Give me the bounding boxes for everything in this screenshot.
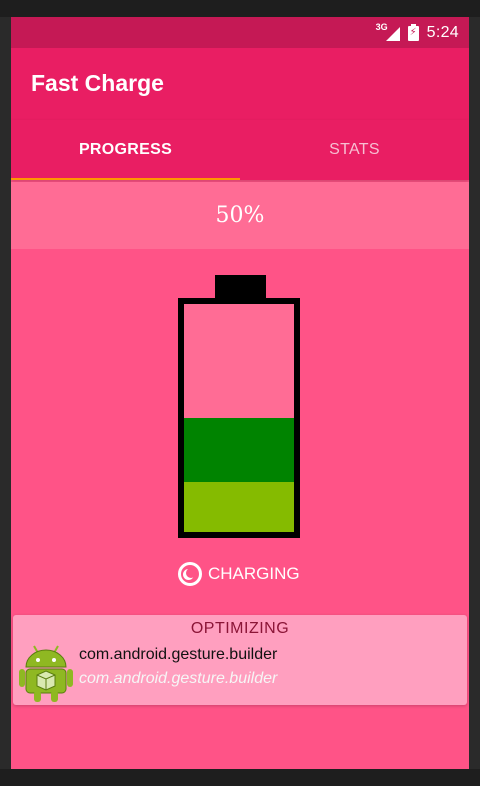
tab-progress[interactable]: PROGRESS — [11, 120, 240, 180]
package-subtitle: com.android.gesture.builder — [79, 670, 278, 687]
app-screen: 3G ⚡ 5:24 Fast Charge PROGRESS STATS 50% — [11, 17, 469, 769]
battery-terminal — [215, 275, 266, 299]
window-frame-top — [0, 0, 480, 17]
battery-fill-light — [184, 482, 294, 532]
charging-status: CHARGING — [178, 559, 300, 589]
status-bar: 3G ⚡ 5:24 — [11, 17, 469, 48]
tab-selected-indicator — [11, 178, 240, 180]
charging-label: CHARGING — [208, 564, 300, 583]
tab-stats[interactable]: STATS — [240, 120, 469, 180]
charging-icon — [178, 562, 202, 586]
window-frame-left — [0, 17, 11, 769]
battery-percent-band: 50% — [11, 182, 469, 249]
battery-percent-label: 50% — [215, 203, 265, 228]
android-robot-icon — [19, 645, 73, 702]
window-frame-bottom — [0, 769, 480, 786]
window-frame-right — [469, 17, 480, 769]
tab-bar: PROGRESS STATS — [11, 120, 469, 180]
status-icons: 3G ⚡ 5:24 — [376, 17, 459, 48]
battery-fill-dark — [184, 418, 294, 482]
battery-shell — [178, 298, 300, 538]
app-bar: Fast Charge — [11, 48, 469, 120]
battery-charging-icon: ⚡ — [407, 24, 419, 41]
app-title: Fast Charge — [31, 70, 164, 96]
status-clock: 5:24 — [426, 23, 459, 41]
battery-graphic — [178, 275, 303, 538]
optimizing-card[interactable]: OPTIMIZING com.android.gesture.builder c… — [13, 615, 467, 705]
package-name: com.android.gesture.builder — [79, 646, 278, 663]
cell-signal-icon: 3G — [376, 22, 400, 42]
optimizing-title: OPTIMIZING — [190, 620, 290, 637]
